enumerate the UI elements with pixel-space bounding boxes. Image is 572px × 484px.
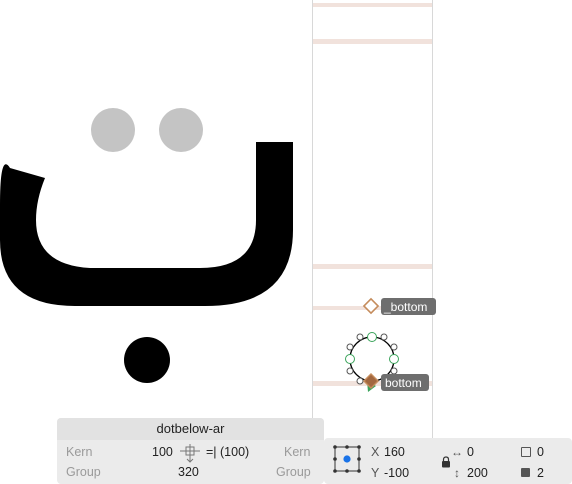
anchor-label: _bottom bbox=[383, 300, 427, 314]
open-path-icon bbox=[521, 447, 531, 457]
kern-right-label: Kern bbox=[284, 445, 311, 459]
y-value[interactable]: -100 bbox=[384, 466, 409, 480]
glyph-edit-canvas[interactable]: _bottom bottom bbox=[0, 0, 572, 484]
group-right-label: Group bbox=[276, 465, 311, 479]
glyph-name-field[interactable]: dotbelow-ar bbox=[57, 418, 324, 440]
horizontal-arrows-icon: ↔ bbox=[451, 445, 463, 459]
node[interactable] bbox=[389, 354, 399, 364]
lock-icon[interactable] bbox=[441, 456, 451, 468]
anchor-underscore-bottom[interactable]: _bottom bbox=[362, 297, 436, 315]
handle[interactable] bbox=[380, 333, 388, 341]
hollow-diamond-anchor-icon bbox=[362, 297, 380, 315]
kern-right-value[interactable]: =| (100) bbox=[206, 445, 249, 459]
selection-info-panel: X 160 Y -100 ↔ 0 ↕ 200 0 2 bbox=[324, 438, 572, 484]
closed-path-icon bbox=[521, 468, 530, 477]
ghost-dot-left bbox=[91, 108, 135, 152]
open-path-count: 0 bbox=[537, 445, 544, 459]
metric-line-cap bbox=[313, 39, 432, 44]
kern-lock-icon[interactable] bbox=[178, 443, 202, 463]
ghost-dot-right bbox=[159, 108, 203, 152]
handle[interactable] bbox=[390, 367, 398, 375]
x-value[interactable]: 160 bbox=[384, 445, 405, 459]
handle[interactable] bbox=[346, 343, 354, 351]
origin-selector-icon[interactable] bbox=[332, 444, 362, 474]
handle[interactable] bbox=[356, 333, 364, 341]
glyph-dot-below bbox=[124, 337, 170, 383]
vertical-arrows-icon: ↕ bbox=[454, 466, 460, 480]
y-label: Y bbox=[371, 466, 380, 480]
anchor-bottom[interactable]: bottom bbox=[362, 372, 429, 391]
width-field[interactable]: 0 bbox=[467, 445, 474, 459]
width-value[interactable]: 320 bbox=[178, 465, 199, 479]
closed-path-count: 2 bbox=[537, 466, 544, 480]
anchor-label: bottom bbox=[385, 376, 422, 390]
metric-line-ascender bbox=[313, 3, 432, 7]
handle[interactable] bbox=[390, 343, 398, 351]
x-label: X bbox=[371, 445, 380, 459]
glyph-info-panel: dotbelow-ar Kern 100 =| (100) Kern Group… bbox=[57, 418, 324, 484]
group-left-label: Group bbox=[66, 465, 101, 479]
metric-line-baseline bbox=[313, 264, 432, 269]
handle[interactable] bbox=[356, 377, 364, 385]
kern-left-label: Kern bbox=[66, 445, 93, 459]
kern-left-value[interactable]: 100 bbox=[152, 445, 173, 459]
node[interactable] bbox=[367, 332, 377, 342]
handle[interactable] bbox=[346, 367, 354, 375]
node[interactable] bbox=[345, 354, 355, 364]
height-field[interactable]: 200 bbox=[467, 466, 488, 480]
glyph-body-outline bbox=[0, 142, 293, 306]
